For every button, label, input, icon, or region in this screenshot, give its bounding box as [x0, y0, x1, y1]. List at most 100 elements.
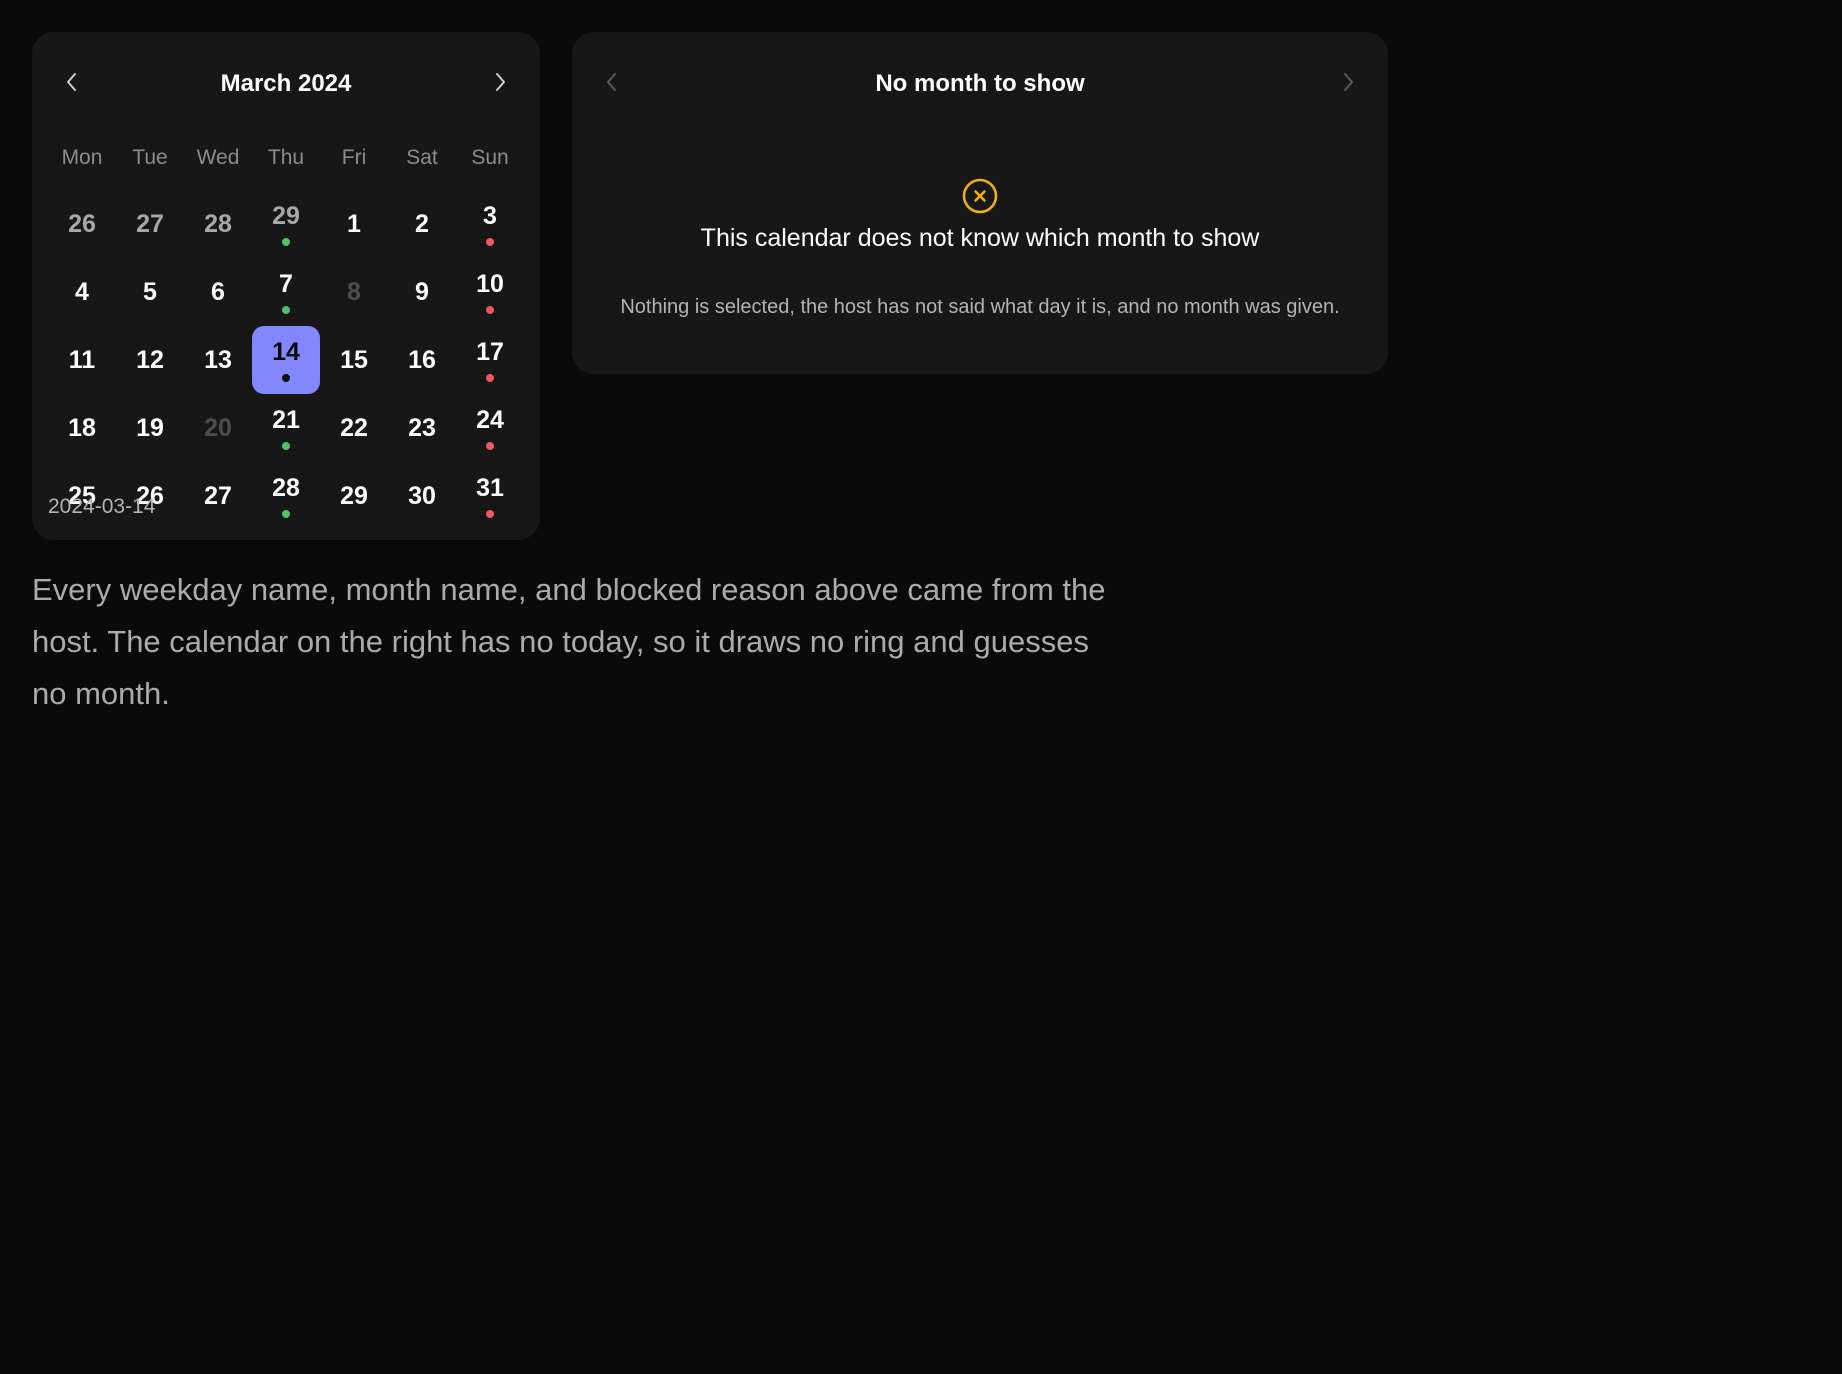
calendar-grid: Mon Tue Wed Thu Fri Sat Sun 26 27 28 29 1 2 3 4 5 6 7 8 9 1…	[48, 132, 524, 530]
day-number: 14	[272, 338, 300, 366]
calendar-header: March 2024	[32, 32, 540, 112]
weekday-label: Sun	[471, 146, 509, 169]
event-dot-indicator	[486, 306, 494, 314]
day-cell[interactable]: 18	[48, 394, 116, 462]
day-number: 10	[476, 270, 504, 298]
day-cell[interactable]: 4	[48, 258, 116, 326]
x-circle-icon	[962, 178, 998, 214]
day-cell[interactable]: 7	[252, 258, 320, 326]
weekday-label: Fri	[341, 146, 367, 169]
day-number: 23	[408, 414, 436, 442]
day-cell: 20	[184, 394, 252, 462]
calendar-month-title: No month to show	[875, 70, 1085, 97]
day-cell[interactable]: 27	[116, 190, 184, 258]
day-cell[interactable]: 28	[184, 190, 252, 258]
day-cell[interactable]: 19	[116, 394, 184, 462]
day-cell[interactable]: 26	[48, 190, 116, 258]
day-cell[interactable]: 30	[388, 462, 456, 530]
empty-state-message: Nothing is selected, the host has not sa…	[620, 296, 1340, 318]
day-cell[interactable]: 12	[116, 326, 184, 394]
calendar-header: No month to show	[572, 32, 1388, 112]
next-month-button[interactable]	[482, 64, 518, 100]
empty-state-title: This calendar does not know which month …	[700, 224, 1260, 252]
day-number: 6	[211, 278, 225, 306]
day-number: 3	[483, 202, 497, 230]
event-dot-indicator	[486, 374, 494, 382]
day-number: 13	[204, 346, 232, 374]
day-cell[interactable]: 15	[320, 326, 388, 394]
weekday-label: Tue	[132, 146, 168, 169]
weekday-label: Thu	[267, 146, 305, 169]
event-dot-indicator	[282, 442, 290, 450]
day-number: 8	[347, 278, 361, 306]
day-number: 16	[408, 346, 436, 374]
day-cell[interactable]: 3	[456, 190, 524, 258]
day-number: 30	[408, 482, 436, 510]
day-cell[interactable]: 29	[252, 190, 320, 258]
day-number: 28	[272, 474, 300, 502]
next-month-button[interactable]	[1330, 64, 1366, 100]
day-cell[interactable]: 13	[184, 326, 252, 394]
day-number: 1	[347, 210, 361, 238]
calendar-days: 26 27 28 29 1 2 3 4 5 6 7 8 9 10 11 12 13 14 15 16 17 18 19 20 2…	[48, 190, 524, 530]
day-cell[interactable]: 17	[456, 326, 524, 394]
day-cell-selected[interactable]: 14	[252, 326, 320, 394]
day-cell[interactable]: 23	[388, 394, 456, 462]
day-number: 9	[415, 278, 429, 306]
day-cell[interactable]: 28	[252, 462, 320, 530]
event-dot-indicator	[282, 510, 290, 518]
event-dot-indicator	[282, 306, 290, 314]
calendar-no-month: No month to show This calendar does not …	[572, 32, 1388, 374]
day-cell[interactable]: 21	[252, 394, 320, 462]
weekday-label: Mon	[61, 146, 103, 169]
day-number: 20	[204, 414, 232, 442]
day-number: 31	[476, 474, 504, 502]
day-number: 11	[68, 346, 96, 374]
day-number: 17	[476, 338, 504, 366]
day-number: 5	[143, 278, 157, 306]
day-number: 27	[204, 482, 232, 510]
day-cell[interactable]: 16	[388, 326, 456, 394]
day-number: 22	[340, 414, 368, 442]
calendar-march-2024: March 2024 Mon Tue Wed Thu Fri Sat Sun 26 27 28 2…	[32, 32, 540, 540]
day-number: 27	[136, 210, 164, 238]
day-cell[interactable]: 29	[320, 462, 388, 530]
event-dot-indicator	[486, 238, 494, 246]
weekday-label: Wed	[196, 146, 240, 169]
event-dot-indicator	[282, 238, 290, 246]
weekday-label: Sat	[406, 146, 438, 169]
event-dot-indicator	[486, 442, 494, 450]
day-number: 2	[415, 210, 429, 238]
weekday-header-row: Mon Tue Wed Thu Fri Sat Sun	[48, 132, 524, 184]
event-dot-indicator	[282, 374, 290, 382]
day-cell[interactable]: 27	[184, 462, 252, 530]
day-number: 24	[476, 406, 504, 434]
day-number: 7	[279, 270, 293, 298]
day-cell[interactable]: 11	[48, 326, 116, 394]
day-cell[interactable]: 1	[320, 190, 388, 258]
day-cell[interactable]: 24	[456, 394, 524, 462]
day-cell[interactable]: 6	[184, 258, 252, 326]
selected-date-readout: 2024-03-14	[48, 495, 156, 518]
day-cell[interactable]: 2	[388, 190, 456, 258]
day-number: 4	[75, 278, 89, 306]
day-cell[interactable]: 5	[116, 258, 184, 326]
chevron-right-icon	[496, 73, 505, 91]
day-number: 26	[68, 210, 96, 238]
day-number: 15	[340, 346, 368, 374]
explanation-caption: Every weekday name, month name, and bloc…	[32, 572, 1106, 711]
day-cell[interactable]: 10	[456, 258, 524, 326]
calendar-month-title: March 2024	[220, 70, 352, 97]
day-cell[interactable]: 31	[456, 462, 524, 530]
day-number: 28	[204, 210, 232, 238]
day-number: 12	[136, 346, 164, 374]
day-cell[interactable]: 22	[320, 394, 388, 462]
day-cell: 8	[320, 258, 388, 326]
event-dot-indicator	[486, 510, 494, 518]
day-number: 29	[272, 202, 300, 230]
day-cell[interactable]: 9	[388, 258, 456, 326]
day-number: 18	[68, 414, 96, 442]
day-number: 21	[272, 406, 300, 434]
chevron-right-icon	[1344, 73, 1353, 91]
day-number: 29	[340, 482, 368, 510]
